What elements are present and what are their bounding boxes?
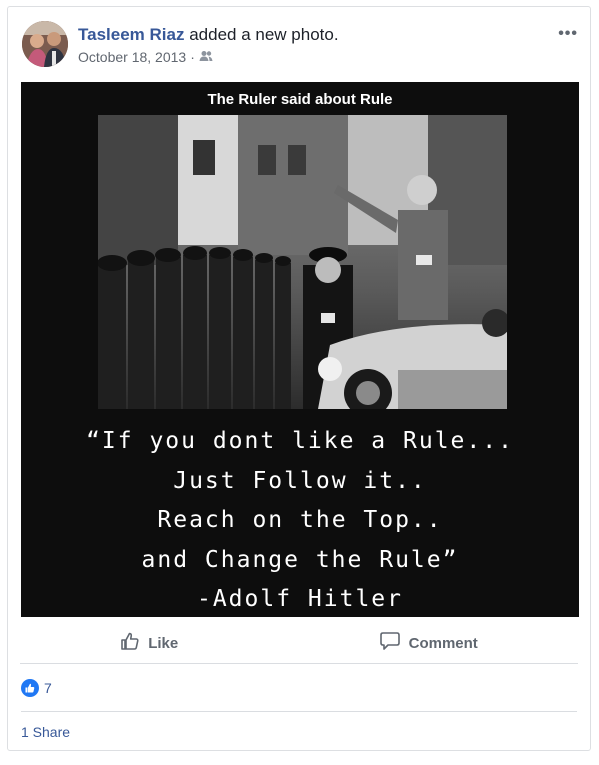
- shares-link[interactable]: 1 Share: [21, 724, 70, 740]
- post-card: Tasleem Riaz added a new photo. October …: [7, 6, 591, 751]
- photo-top-caption: The Ruler said about Rule: [207, 91, 393, 108]
- quote-attribution: -Adolf Hitler: [196, 586, 403, 612]
- post-action-text: added a new photo.: [189, 25, 339, 44]
- like-count: 7: [44, 680, 52, 696]
- historical-photo: [98, 115, 507, 409]
- post-meta: October 18, 2013 ·: [78, 49, 213, 65]
- divider: [21, 711, 577, 712]
- post-date-link[interactable]: October 18, 2013: [78, 49, 186, 65]
- quote-line: and Change the Rule”: [141, 546, 459, 573]
- more-options-icon[interactable]: •••: [558, 25, 578, 43]
- reactions-summary[interactable]: 7: [21, 679, 52, 697]
- like-label: Like: [148, 634, 179, 652]
- like-button[interactable]: Like: [120, 631, 178, 655]
- author-name-link[interactable]: Tasleem Riaz: [78, 25, 184, 44]
- meta-separator: ·: [190, 49, 195, 65]
- comment-label: Comment: [408, 634, 478, 652]
- friends-icon[interactable]: [199, 49, 213, 65]
- quote-text: “If you dont like a Rule... Just Follow …: [21, 422, 579, 617]
- post-photo[interactable]: The Ruler said about Rule “If you dont l…: [21, 82, 579, 617]
- like-reaction-icon: [21, 679, 39, 697]
- post-header-title: Tasleem Riaz added a new photo.: [78, 25, 339, 45]
- quote-line: “If you dont like a Rule...: [86, 428, 514, 454]
- quote-line: Just Follow it..: [173, 467, 427, 494]
- thumbs-up-icon: [120, 631, 140, 655]
- comment-button[interactable]: Comment: [379, 631, 478, 655]
- quote-line: Reach on the Top..: [157, 507, 443, 533]
- post-actions-bar: Like Comment: [20, 623, 578, 664]
- avatar[interactable]: [22, 21, 68, 67]
- comment-icon: [379, 631, 401, 655]
